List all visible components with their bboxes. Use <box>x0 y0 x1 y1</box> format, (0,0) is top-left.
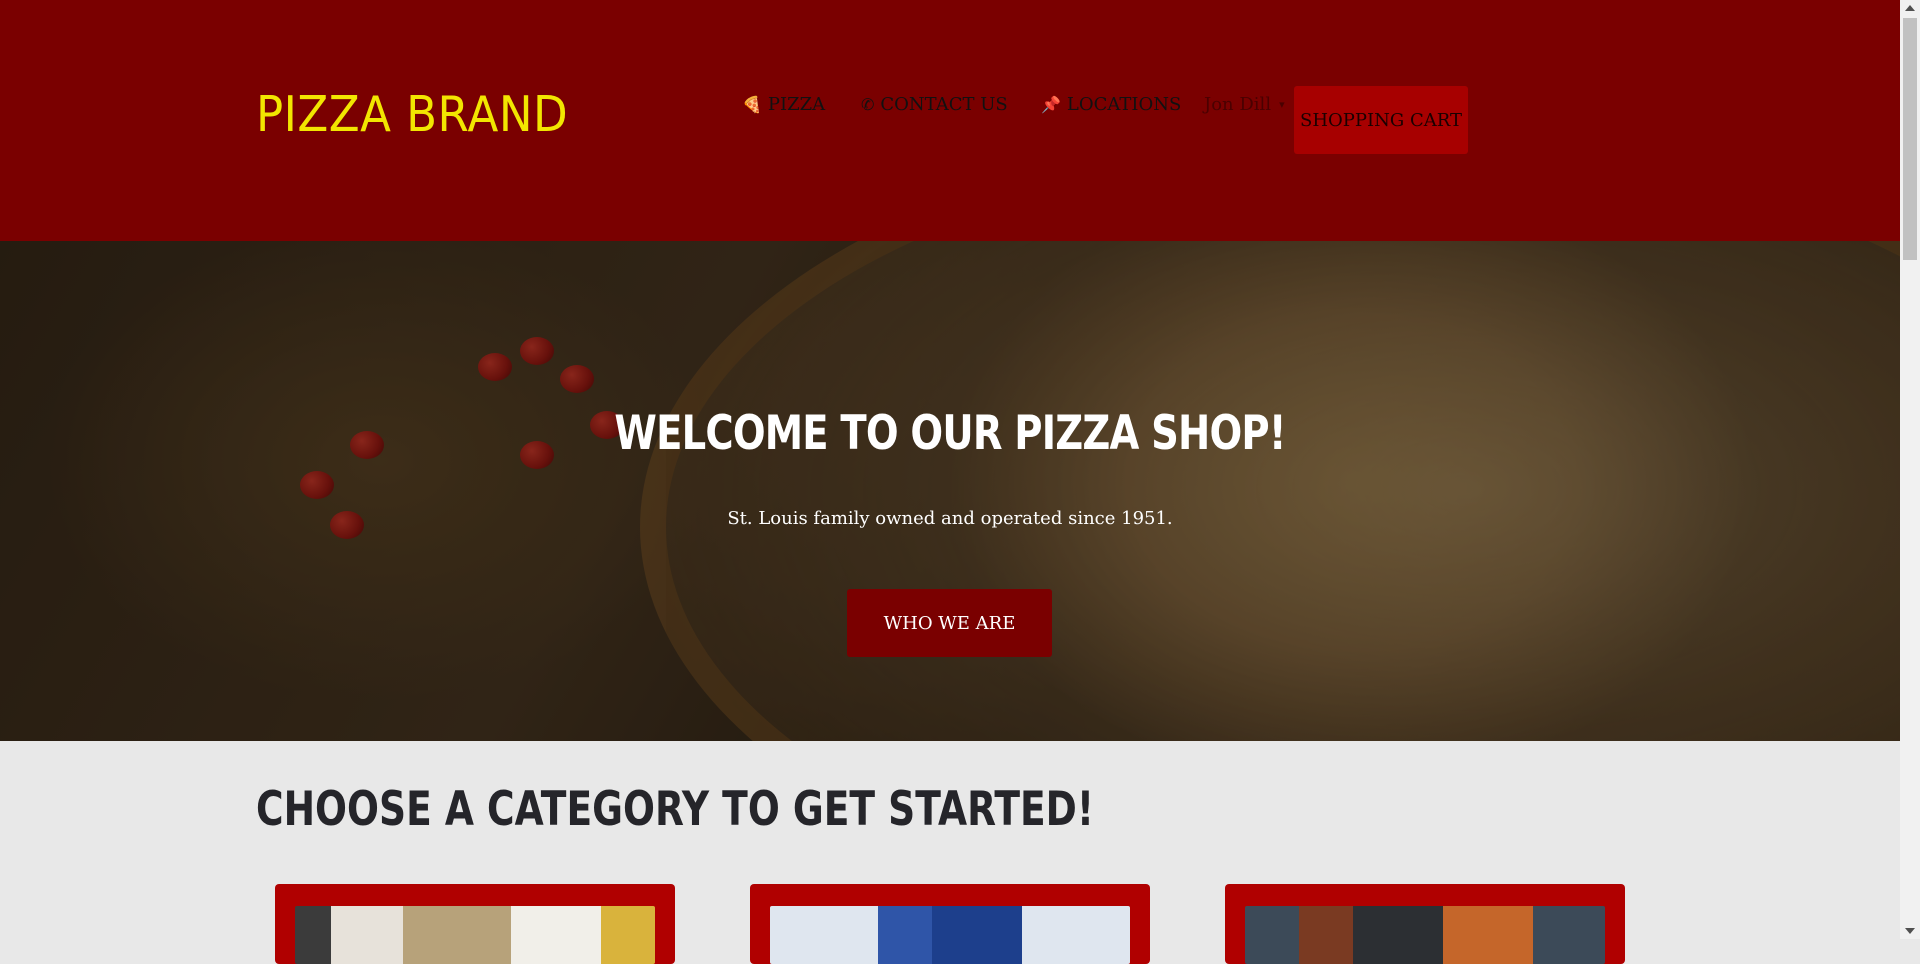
category-heading: CHOOSE A CATEGORY TO GET STARTED! <box>256 782 1095 837</box>
shopping-cart-button[interactable]: SHOPPING CART <box>1294 86 1468 154</box>
brand-logo[interactable]: PIZZA BRAND <box>256 86 568 143</box>
pizza-slice-icon: 🍕 <box>742 95 762 114</box>
pin-icon: 📌 <box>1041 95 1061 114</box>
site-header: PIZZA BRAND 🍕 PIZZA ✆ CONTACT US 📌 LOCAT… <box>0 0 1900 241</box>
hero-subtitle: St. Louis family owned and operated sinc… <box>727 508 1173 529</box>
nav-item-label: PIZZA <box>767 94 826 115</box>
vertical-scrollbar[interactable] <box>1900 0 1920 939</box>
phone-icon: ✆ <box>861 95 875 114</box>
nav-item-locations[interactable]: 📌 LOCATIONS <box>1041 94 1181 115</box>
user-menu-dropdown[interactable]: Jon Dill ▾ <box>1204 94 1285 115</box>
nav-item-label: CONTACT US <box>880 94 1008 115</box>
category-image <box>1245 906 1605 964</box>
hero-banner: WELCOME TO OUR PIZZA SHOP! St. Louis fam… <box>0 241 1900 741</box>
hero-title: WELCOME TO OUR PIZZA SHOP! <box>614 406 1286 461</box>
category-image <box>770 906 1130 964</box>
hero-overlay <box>0 241 1900 741</box>
scroll-down-icon[interactable] <box>1905 928 1915 934</box>
scrollbar-thumb[interactable] <box>1903 18 1917 260</box>
scroll-up-icon[interactable] <box>1905 5 1915 11</box>
chevron-down-icon: ▾ <box>1279 98 1285 111</box>
category-image <box>295 906 655 964</box>
category-card-pizza-dough[interactable] <box>275 884 675 964</box>
who-we-are-button[interactable]: WHO WE ARE <box>847 589 1052 657</box>
nav-item-contact-us[interactable]: ✆ CONTACT US <box>861 94 1008 115</box>
nav-item-label: LOCATIONS <box>1066 94 1182 115</box>
nav-item-pizza[interactable]: 🍕 PIZZA <box>742 94 825 115</box>
category-card-appetizers[interactable] <box>1225 884 1625 964</box>
category-card-drinks[interactable] <box>750 884 1150 964</box>
user-name: Jon Dill <box>1204 94 1272 115</box>
